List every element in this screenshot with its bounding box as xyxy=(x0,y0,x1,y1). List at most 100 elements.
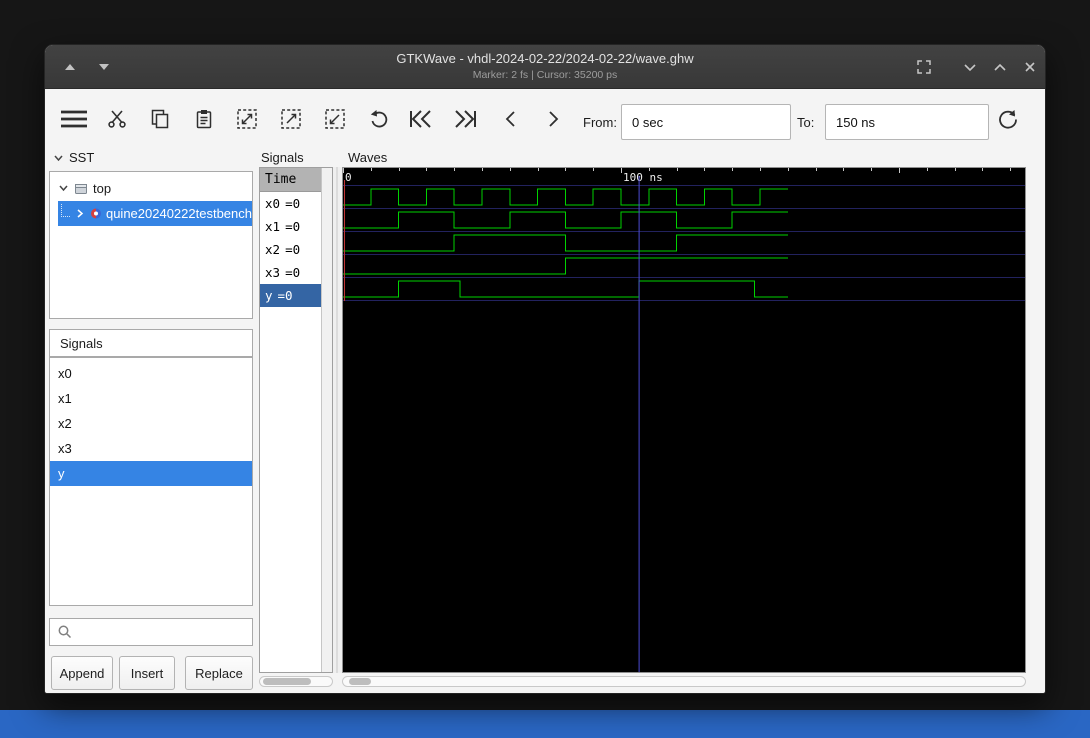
wave-signal-value: =0 xyxy=(285,196,301,211)
skip-to-start-button[interactable] xyxy=(407,106,435,132)
tree-node-label: quine20240222testbench xyxy=(105,206,252,221)
menu-button[interactable] xyxy=(59,106,89,132)
copy-button[interactable] xyxy=(149,106,171,132)
wave-name-row-selected[interactable]: y =0 xyxy=(260,284,321,307)
to-label: To: xyxy=(797,115,815,130)
reload-icon xyxy=(999,110,1017,129)
paste-button[interactable] xyxy=(193,106,215,132)
wave-signal-value: =0 xyxy=(285,219,301,234)
signal-search-box xyxy=(49,618,253,646)
wave-names-vscrollbar[interactable] xyxy=(321,168,332,672)
undo-arrow-icon xyxy=(370,110,388,128)
tree-branch-line xyxy=(61,204,70,217)
chevron-left-icon xyxy=(505,111,515,127)
waves-caption: Waves xyxy=(348,150,388,165)
wave-signal-value: =0 xyxy=(277,288,293,303)
time-header: Time xyxy=(260,168,321,192)
skip-to-end-button[interactable] xyxy=(451,106,479,132)
marker-cursor-status: Marker: 2 fs | Cursor: 35200 ps xyxy=(472,69,618,81)
window-close-button[interactable] xyxy=(1019,57,1041,77)
signal-list-item[interactable]: x1 xyxy=(50,386,252,411)
zoom-out-icon xyxy=(325,109,345,129)
sst-section-header[interactable]: SST xyxy=(53,150,94,165)
wave-signal-name: x1 xyxy=(265,219,281,234)
wave-name-row[interactable]: x3 =0 xyxy=(260,261,321,284)
wave-canvas[interactable]: 0 100 ns xyxy=(343,168,1025,672)
wave-signal-name: x2 xyxy=(265,242,281,257)
clipboard-icon xyxy=(196,110,212,129)
wave-view-panel: 0 100 ns xyxy=(342,167,1026,673)
signal-search-input[interactable] xyxy=(76,619,252,645)
signals-list: x0 x1 x2 x3 y xyxy=(49,357,253,606)
wave-signal-name: x0 xyxy=(265,196,281,211)
to-time-input[interactable] xyxy=(825,104,989,140)
skip-start-icon xyxy=(410,110,431,128)
zoom-fit-icon xyxy=(237,109,257,129)
signal-list-item[interactable]: x3 xyxy=(50,436,252,461)
signals-header-label: Signals xyxy=(60,335,103,351)
close-icon xyxy=(1025,62,1035,72)
scissors-icon xyxy=(108,110,126,128)
names-hscrollbar-handle[interactable] xyxy=(263,678,311,685)
window-maximize-button[interactable] xyxy=(989,57,1011,77)
gtkwave-window: GTKWave - vhdl-2024-02-22/2024-02-22/wav… xyxy=(44,44,1046,694)
shift-right-button[interactable] xyxy=(543,106,563,132)
svg-text:0: 0 xyxy=(345,171,352,184)
window-fullscreen-button[interactable] xyxy=(913,57,935,77)
wave-signal-name: y xyxy=(265,288,273,303)
wave-names-panel: Time x0 =0 x1 =0 x2 =0 x3 =0 y =0 xyxy=(259,167,333,673)
corner-brackets-icon xyxy=(917,60,931,74)
wave-name-row[interactable]: x0 =0 xyxy=(260,192,321,215)
toolbar: From: To: xyxy=(45,90,1045,145)
append-button[interactable]: Append xyxy=(51,656,113,690)
signal-list-item[interactable]: x0 xyxy=(50,361,252,386)
svg-text:100 ns: 100 ns xyxy=(623,171,663,184)
pane-splitter[interactable] xyxy=(333,167,342,673)
names-hscrollbar[interactable] xyxy=(259,676,333,687)
shift-left-button[interactable] xyxy=(501,106,521,132)
reload-button[interactable] xyxy=(995,106,1021,132)
wave-name-row[interactable]: x2 =0 xyxy=(260,238,321,261)
hamburger-menu-icon xyxy=(61,110,87,128)
search-icon xyxy=(58,625,72,639)
sst-tree-panel: top quine20240222testbench xyxy=(49,171,253,319)
wave-names-caption: Signals xyxy=(261,150,304,165)
zoom-in-button[interactable] xyxy=(279,106,303,132)
wave-signal-name: x3 xyxy=(265,265,281,280)
chevron-down-icon xyxy=(964,64,976,72)
from-time-input[interactable] xyxy=(621,104,791,140)
zoom-in-icon xyxy=(281,109,301,129)
tree-node-top[interactable]: top xyxy=(50,175,252,201)
signal-list-item-selected[interactable]: y xyxy=(50,461,252,486)
cut-button[interactable] xyxy=(107,106,129,132)
tree-node-instance[interactable]: quine20240222testbench xyxy=(58,201,252,226)
expander-right-icon[interactable] xyxy=(75,208,84,219)
chevron-up-icon xyxy=(994,63,1006,71)
titlebar[interactable]: GTKWave - vhdl-2024-02-22/2024-02-22/wav… xyxy=(45,45,1045,89)
instance-icon xyxy=(90,208,101,219)
wave-signal-value: =0 xyxy=(285,265,301,280)
chevron-right-icon xyxy=(549,111,559,127)
replace-button[interactable]: Replace xyxy=(185,656,253,690)
module-box-icon xyxy=(75,183,87,194)
wave-signal-value: =0 xyxy=(285,242,301,257)
from-label: From: xyxy=(583,115,617,130)
signals-list-header: Signals xyxy=(49,329,253,357)
desktop-taskbar xyxy=(0,710,1090,738)
copy-icon xyxy=(151,109,169,129)
sst-label: SST xyxy=(69,150,95,165)
undo-button[interactable] xyxy=(367,106,391,132)
zoom-out-button[interactable] xyxy=(323,106,347,132)
wave-name-row[interactable]: x1 =0 xyxy=(260,215,321,238)
collapse-chevron-icon xyxy=(54,155,63,161)
skip-end-icon xyxy=(455,110,476,128)
tree-node-label: top xyxy=(93,180,112,196)
signal-list-item[interactable]: x2 xyxy=(50,411,252,436)
expander-down-icon[interactable] xyxy=(58,183,69,193)
window-minimize-button[interactable] xyxy=(959,57,981,77)
insert-button[interactable]: Insert xyxy=(119,656,175,690)
waves-hscrollbar-handle[interactable] xyxy=(349,678,371,685)
zoom-fit-button[interactable] xyxy=(235,106,259,132)
waves-hscrollbar[interactable] xyxy=(342,676,1026,687)
window-title: GTKWave - vhdl-2024-02-22/2024-02-22/wav… xyxy=(396,51,694,66)
